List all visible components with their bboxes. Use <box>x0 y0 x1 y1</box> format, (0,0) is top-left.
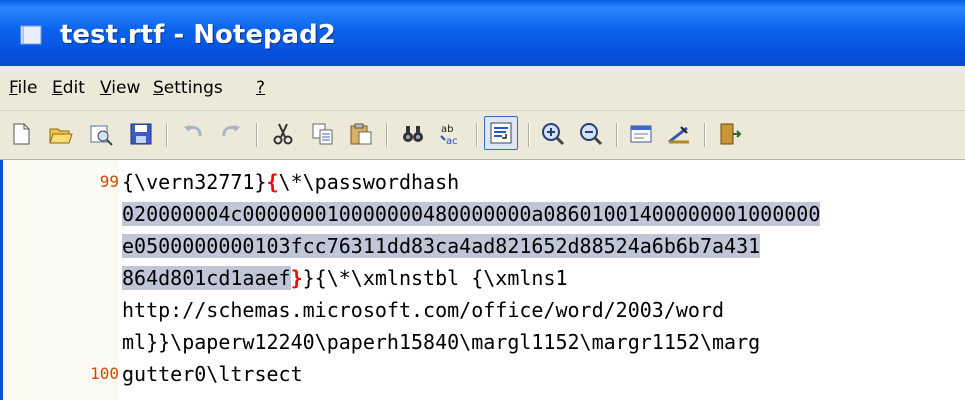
text-line: 864d801cd1aaef}}{\*\xmlnstbl {\xmlns1 <box>122 262 568 294</box>
zoom-in-icon <box>542 123 565 146</box>
cut-button[interactable] <box>266 117 300 151</box>
selected-text: 864d801cd1aaef <box>122 266 291 290</box>
menu-settings-label: ettings <box>163 78 223 98</box>
text-segment: \*\passwordhash <box>278 170 460 194</box>
open-icon <box>49 128 73 144</box>
menu-edit-label: dit <box>62 78 85 98</box>
redo-button[interactable] <box>214 117 248 151</box>
word-wrap-icon <box>490 122 512 144</box>
paste-icon <box>350 123 372 145</box>
line-number: 100 <box>90 364 119 383</box>
text-line: gutter0\ltrsect <box>122 358 303 390</box>
browse-icon <box>90 125 113 146</box>
text-segment: ml}}\paperw12240\paperh15840\margl1152\m… <box>122 330 761 354</box>
menu-view-accel: V <box>100 78 112 98</box>
menu-help-accel: ? <box>256 78 266 98</box>
copy-icon <box>312 123 333 145</box>
redo-icon <box>222 125 240 137</box>
cut-icon <box>273 123 293 145</box>
new-icon <box>13 123 30 145</box>
brace-highlight: { <box>266 170 279 194</box>
menu-edit[interactable]: Edit <box>52 78 85 98</box>
text-line: http://schemas.microsoft.com/office/word… <box>122 294 724 326</box>
zoom-out-icon <box>580 123 603 146</box>
menu-file-label: ile <box>17 78 38 98</box>
exit-button[interactable] <box>712 117 746 151</box>
menu-help[interactable]: ? <box>256 78 265 98</box>
text-segment: {\vern32771} <box>122 170 267 194</box>
edit-scheme-icon <box>668 126 689 144</box>
svg-text:ab: ab <box>441 124 453 135</box>
text-segment: }{\*\xmlnstbl {\xmlns1 <box>302 266 568 290</box>
settings-icon <box>630 125 652 143</box>
notepad-app-icon <box>20 25 42 45</box>
menu-view-label: iew <box>111 78 141 98</box>
browse-button[interactable] <box>84 117 118 151</box>
menu-file[interactable]: File <box>9 78 37 98</box>
replace-button[interactable]: ab ac <box>434 117 468 151</box>
text-segment: http://schemas.microsoft.com/office/word… <box>122 298 725 322</box>
line-number: 99 <box>99 172 119 191</box>
editor[interactable]: 99 100 {\vern32771}{\*\passwordhash 0200… <box>0 160 965 400</box>
menu-view[interactable]: View <box>100 78 140 98</box>
menu-file-accel: F <box>9 78 18 98</box>
paste-button[interactable] <box>344 117 378 151</box>
toolbar-separator <box>386 123 388 147</box>
line-number-margin: 99 100 <box>3 160 119 400</box>
text-segment: gutter0\ltrsect <box>122 362 303 386</box>
zoom-in-button[interactable] <box>536 117 570 151</box>
title-bar[interactable]: test.rtf - Notepad2 <box>0 0 965 66</box>
toolbar-separator <box>166 123 168 147</box>
toolbar-separator <box>528 123 530 147</box>
selected-text: e0500000000103fcc76311dd83ca4ad821652d88… <box>122 234 761 258</box>
selected-text: 020000004c000000010000000480000000a08601… <box>122 202 821 226</box>
menu-settings-accel: S <box>153 78 164 98</box>
find-icon <box>403 126 423 142</box>
text-line: {\vern32771}{\*\passwordhash <box>122 166 459 198</box>
toolbar-separator <box>704 123 706 147</box>
window-title: test.rtf - Notepad2 <box>60 20 336 50</box>
word-wrap-button[interactable] <box>484 116 518 150</box>
open-button[interactable] <box>44 117 78 151</box>
menu-edit-accel: E <box>52 78 63 98</box>
toolbar-separator <box>256 123 258 147</box>
toolbar-separator <box>476 123 478 147</box>
find-button[interactable] <box>396 117 430 151</box>
menu-settings[interactable]: Settings <box>153 78 223 98</box>
replace-icon: abac <box>440 124 458 147</box>
save-icon <box>130 123 152 145</box>
svg-text:ac: ac <box>446 136 458 147</box>
settings-button[interactable] <box>624 117 658 151</box>
undo-icon <box>184 125 202 137</box>
text-line: e0500000000103fcc76311dd83ca4ad821652d88… <box>122 230 761 262</box>
edit-scheme-button[interactable] <box>662 117 696 151</box>
save-button[interactable] <box>124 117 158 151</box>
undo-button[interactable] <box>176 117 210 151</box>
zoom-out-button[interactable] <box>574 117 608 151</box>
text-line: ml}}\paperw12240\paperh15840\margl1152\m… <box>122 326 760 358</box>
exit-icon <box>720 123 742 145</box>
text-line: 020000004c000000010000000480000000a08601… <box>122 198 821 230</box>
menu-bar: File Edit View Settings ? <box>0 66 965 111</box>
new-button[interactable] <box>4 117 38 151</box>
copy-button[interactable] <box>306 117 340 151</box>
brace-highlight: } <box>290 266 303 290</box>
toolbar-separator <box>616 123 618 147</box>
toolbar: ab ac <box>0 111 965 160</box>
